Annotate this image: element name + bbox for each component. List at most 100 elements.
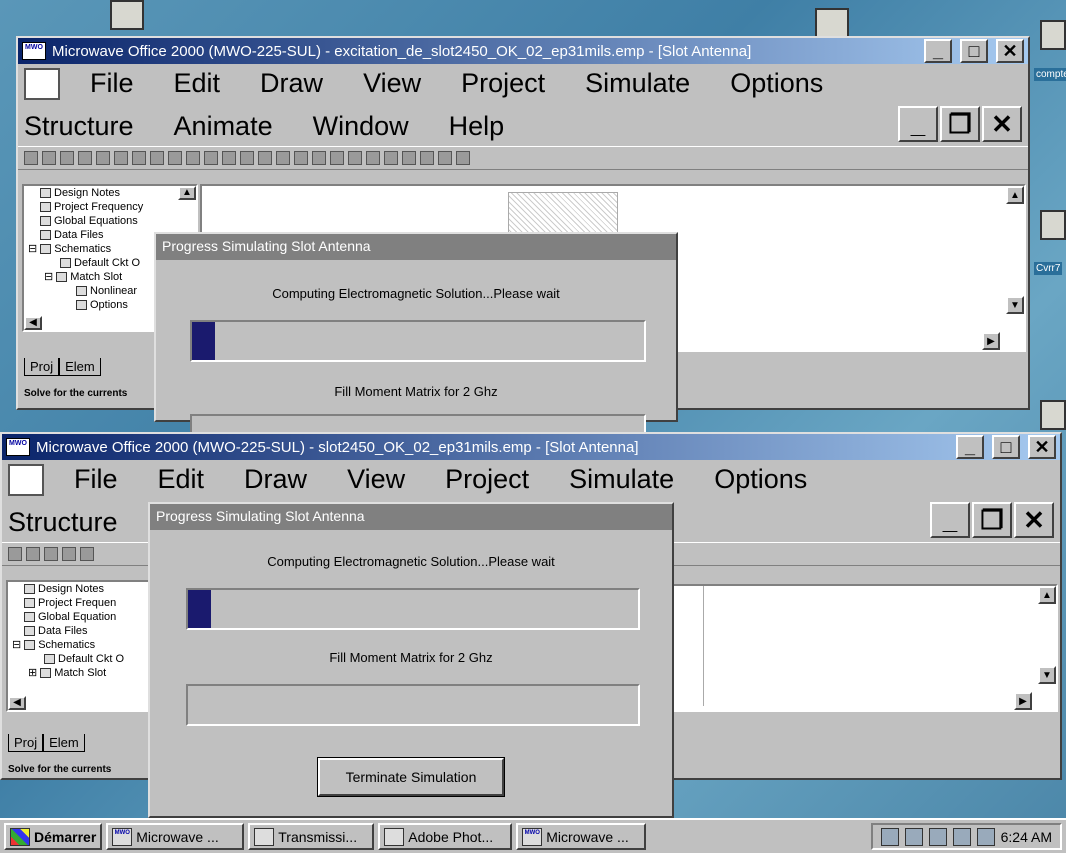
menu-file[interactable]: File bbox=[74, 464, 118, 495]
tool-icon[interactable] bbox=[402, 151, 416, 165]
open-icon[interactable] bbox=[26, 547, 40, 561]
menu-edit[interactable]: Edit bbox=[174, 68, 221, 99]
doc-minimize-button[interactable]: _ bbox=[930, 502, 970, 538]
desktop-icon[interactable] bbox=[110, 0, 144, 30]
volume-icon[interactable] bbox=[880, 827, 899, 846]
scroll-left-button[interactable]: ◀ bbox=[8, 696, 26, 710]
scroll-up-button[interactable]: ▲ bbox=[178, 186, 196, 200]
start-button[interactable]: Démarrer bbox=[4, 823, 103, 850]
scroll-right-button[interactable]: ▶ bbox=[1014, 692, 1032, 710]
new-icon[interactable] bbox=[24, 151, 38, 165]
tab-proj[interactable]: Proj bbox=[8, 734, 44, 752]
tree-item[interactable]: Project Frequen bbox=[8, 596, 150, 610]
pause-icon[interactable] bbox=[438, 151, 452, 165]
save-icon[interactable] bbox=[44, 547, 58, 561]
tool-icon[interactable] bbox=[276, 151, 290, 165]
menu-edit[interactable]: Edit bbox=[158, 464, 205, 495]
tool-icon[interactable] bbox=[150, 151, 164, 165]
menu-window[interactable]: Window bbox=[313, 111, 409, 142]
tool-icon[interactable] bbox=[294, 151, 308, 165]
tree-item[interactable]: Data Files bbox=[8, 624, 150, 638]
tool-icon[interactable] bbox=[384, 151, 398, 165]
desktop-icon[interactable] bbox=[1040, 400, 1066, 430]
menu-animate[interactable]: Animate bbox=[174, 111, 273, 142]
desktop-icon[interactable] bbox=[815, 8, 849, 38]
tree-item[interactable]: Default Ckt O bbox=[8, 652, 150, 666]
tree-item[interactable]: Design Notes bbox=[24, 186, 196, 200]
menu-draw[interactable]: Draw bbox=[260, 68, 323, 99]
copy-icon[interactable] bbox=[80, 547, 94, 561]
tab-elem[interactable]: Elem bbox=[43, 734, 85, 752]
doc-restore-button[interactable]: ❐ bbox=[972, 502, 1012, 538]
cut-icon[interactable] bbox=[78, 151, 92, 165]
menu-options[interactable]: Options bbox=[730, 68, 823, 99]
taskbar-item[interactable]: MWO Microwave ... bbox=[106, 823, 245, 850]
stop-icon[interactable] bbox=[456, 151, 470, 165]
menu-draw[interactable]: Draw bbox=[244, 464, 307, 495]
save-icon[interactable] bbox=[60, 151, 74, 165]
doc-minimize-button[interactable]: _ bbox=[898, 106, 938, 142]
tree-item[interactable]: Global Equation bbox=[8, 610, 150, 624]
menu-simulate[interactable]: Simulate bbox=[585, 68, 690, 99]
tool-icon[interactable] bbox=[132, 151, 146, 165]
cut-icon[interactable] bbox=[62, 547, 76, 561]
progress-dialog-top[interactable]: Progress Simulating Slot Antenna Computi… bbox=[154, 232, 678, 454]
document-icon[interactable] bbox=[24, 67, 60, 100]
doc-restore-button[interactable]: ❐ bbox=[940, 106, 980, 142]
title-bar[interactable]: MWO Microwave Office 2000 (MWO-225-SUL) … bbox=[2, 434, 1060, 460]
menu-help[interactable]: Help bbox=[449, 111, 505, 142]
tray-icon[interactable] bbox=[928, 827, 947, 846]
zoom-in-icon[interactable] bbox=[222, 151, 236, 165]
doc-close-button[interactable]: ✕ bbox=[1014, 502, 1054, 538]
menu-options[interactable]: Options bbox=[714, 464, 807, 495]
taskbar-item[interactable]: Transmissi... bbox=[248, 823, 375, 850]
tree-item[interactable]: ⊟ Schematics bbox=[8, 638, 150, 652]
undo-icon[interactable] bbox=[186, 151, 200, 165]
play-icon[interactable] bbox=[420, 151, 434, 165]
menu-project[interactable]: Project bbox=[445, 464, 529, 495]
desktop-icon[interactable] bbox=[1040, 210, 1066, 240]
open-icon[interactable] bbox=[42, 151, 56, 165]
close-button[interactable]: ✕ bbox=[1028, 435, 1056, 459]
minimize-button[interactable]: _ bbox=[924, 39, 952, 63]
scroll-down-button[interactable]: ▼ bbox=[1006, 296, 1024, 314]
tab-elem[interactable]: Elem bbox=[59, 358, 101, 376]
menu-structure[interactable]: Structure bbox=[24, 111, 134, 142]
tree-item[interactable]: Project Frequency bbox=[24, 200, 196, 214]
tree-item[interactable]: Global Equations bbox=[24, 214, 196, 228]
scroll-left-button[interactable]: ◀ bbox=[24, 316, 42, 330]
menu-view[interactable]: View bbox=[347, 464, 405, 495]
terminate-simulation-button[interactable]: Terminate Simulation bbox=[317, 757, 505, 797]
copy-icon[interactable] bbox=[96, 151, 110, 165]
taskbar-item[interactable]: MWO Microwave ... bbox=[516, 823, 647, 850]
tray-icon[interactable] bbox=[952, 827, 971, 846]
redo-icon[interactable] bbox=[204, 151, 218, 165]
menu-simulate[interactable]: Simulate bbox=[569, 464, 674, 495]
tool-icon[interactable] bbox=[330, 151, 344, 165]
scroll-up-button[interactable]: ▲ bbox=[1006, 186, 1024, 204]
minimize-button[interactable]: _ bbox=[956, 435, 984, 459]
zoom-out-icon[interactable] bbox=[240, 151, 254, 165]
paste-icon[interactable] bbox=[114, 151, 128, 165]
title-bar[interactable]: MWO Microwave Office 2000 (MWO-225-SUL) … bbox=[18, 38, 1028, 64]
tool-icon[interactable] bbox=[312, 151, 326, 165]
desktop-icon[interactable] bbox=[1040, 20, 1066, 50]
maximize-button[interactable]: □ bbox=[960, 39, 988, 63]
zoom-fit-icon[interactable] bbox=[258, 151, 272, 165]
maximize-button[interactable]: □ bbox=[992, 435, 1020, 459]
progress-dialog-bottom[interactable]: Progress Simulating Slot Antenna Computi… bbox=[148, 502, 674, 818]
tree-item[interactable]: ⊞ Match Slot bbox=[8, 666, 150, 680]
close-button[interactable]: ✕ bbox=[996, 39, 1024, 63]
tool-icon[interactable] bbox=[366, 151, 380, 165]
layout-canvas[interactable]: ▲ ▼ ▶ bbox=[672, 584, 1058, 712]
tray-icon[interactable] bbox=[904, 827, 923, 846]
project-tree[interactable]: Design Notes Project Frequen Global Equa… bbox=[6, 580, 152, 712]
menu-structure[interactable]: Structure bbox=[8, 507, 118, 538]
menu-view[interactable]: View bbox=[363, 68, 421, 99]
tab-proj[interactable]: Proj bbox=[24, 358, 60, 376]
scroll-right-button[interactable]: ▶ bbox=[982, 332, 1000, 350]
scroll-up-button[interactable]: ▲ bbox=[1038, 586, 1056, 604]
taskbar-item[interactable]: Adobe Phot... bbox=[378, 823, 513, 850]
scroll-down-button[interactable]: ▼ bbox=[1038, 666, 1056, 684]
document-icon[interactable] bbox=[8, 463, 44, 496]
